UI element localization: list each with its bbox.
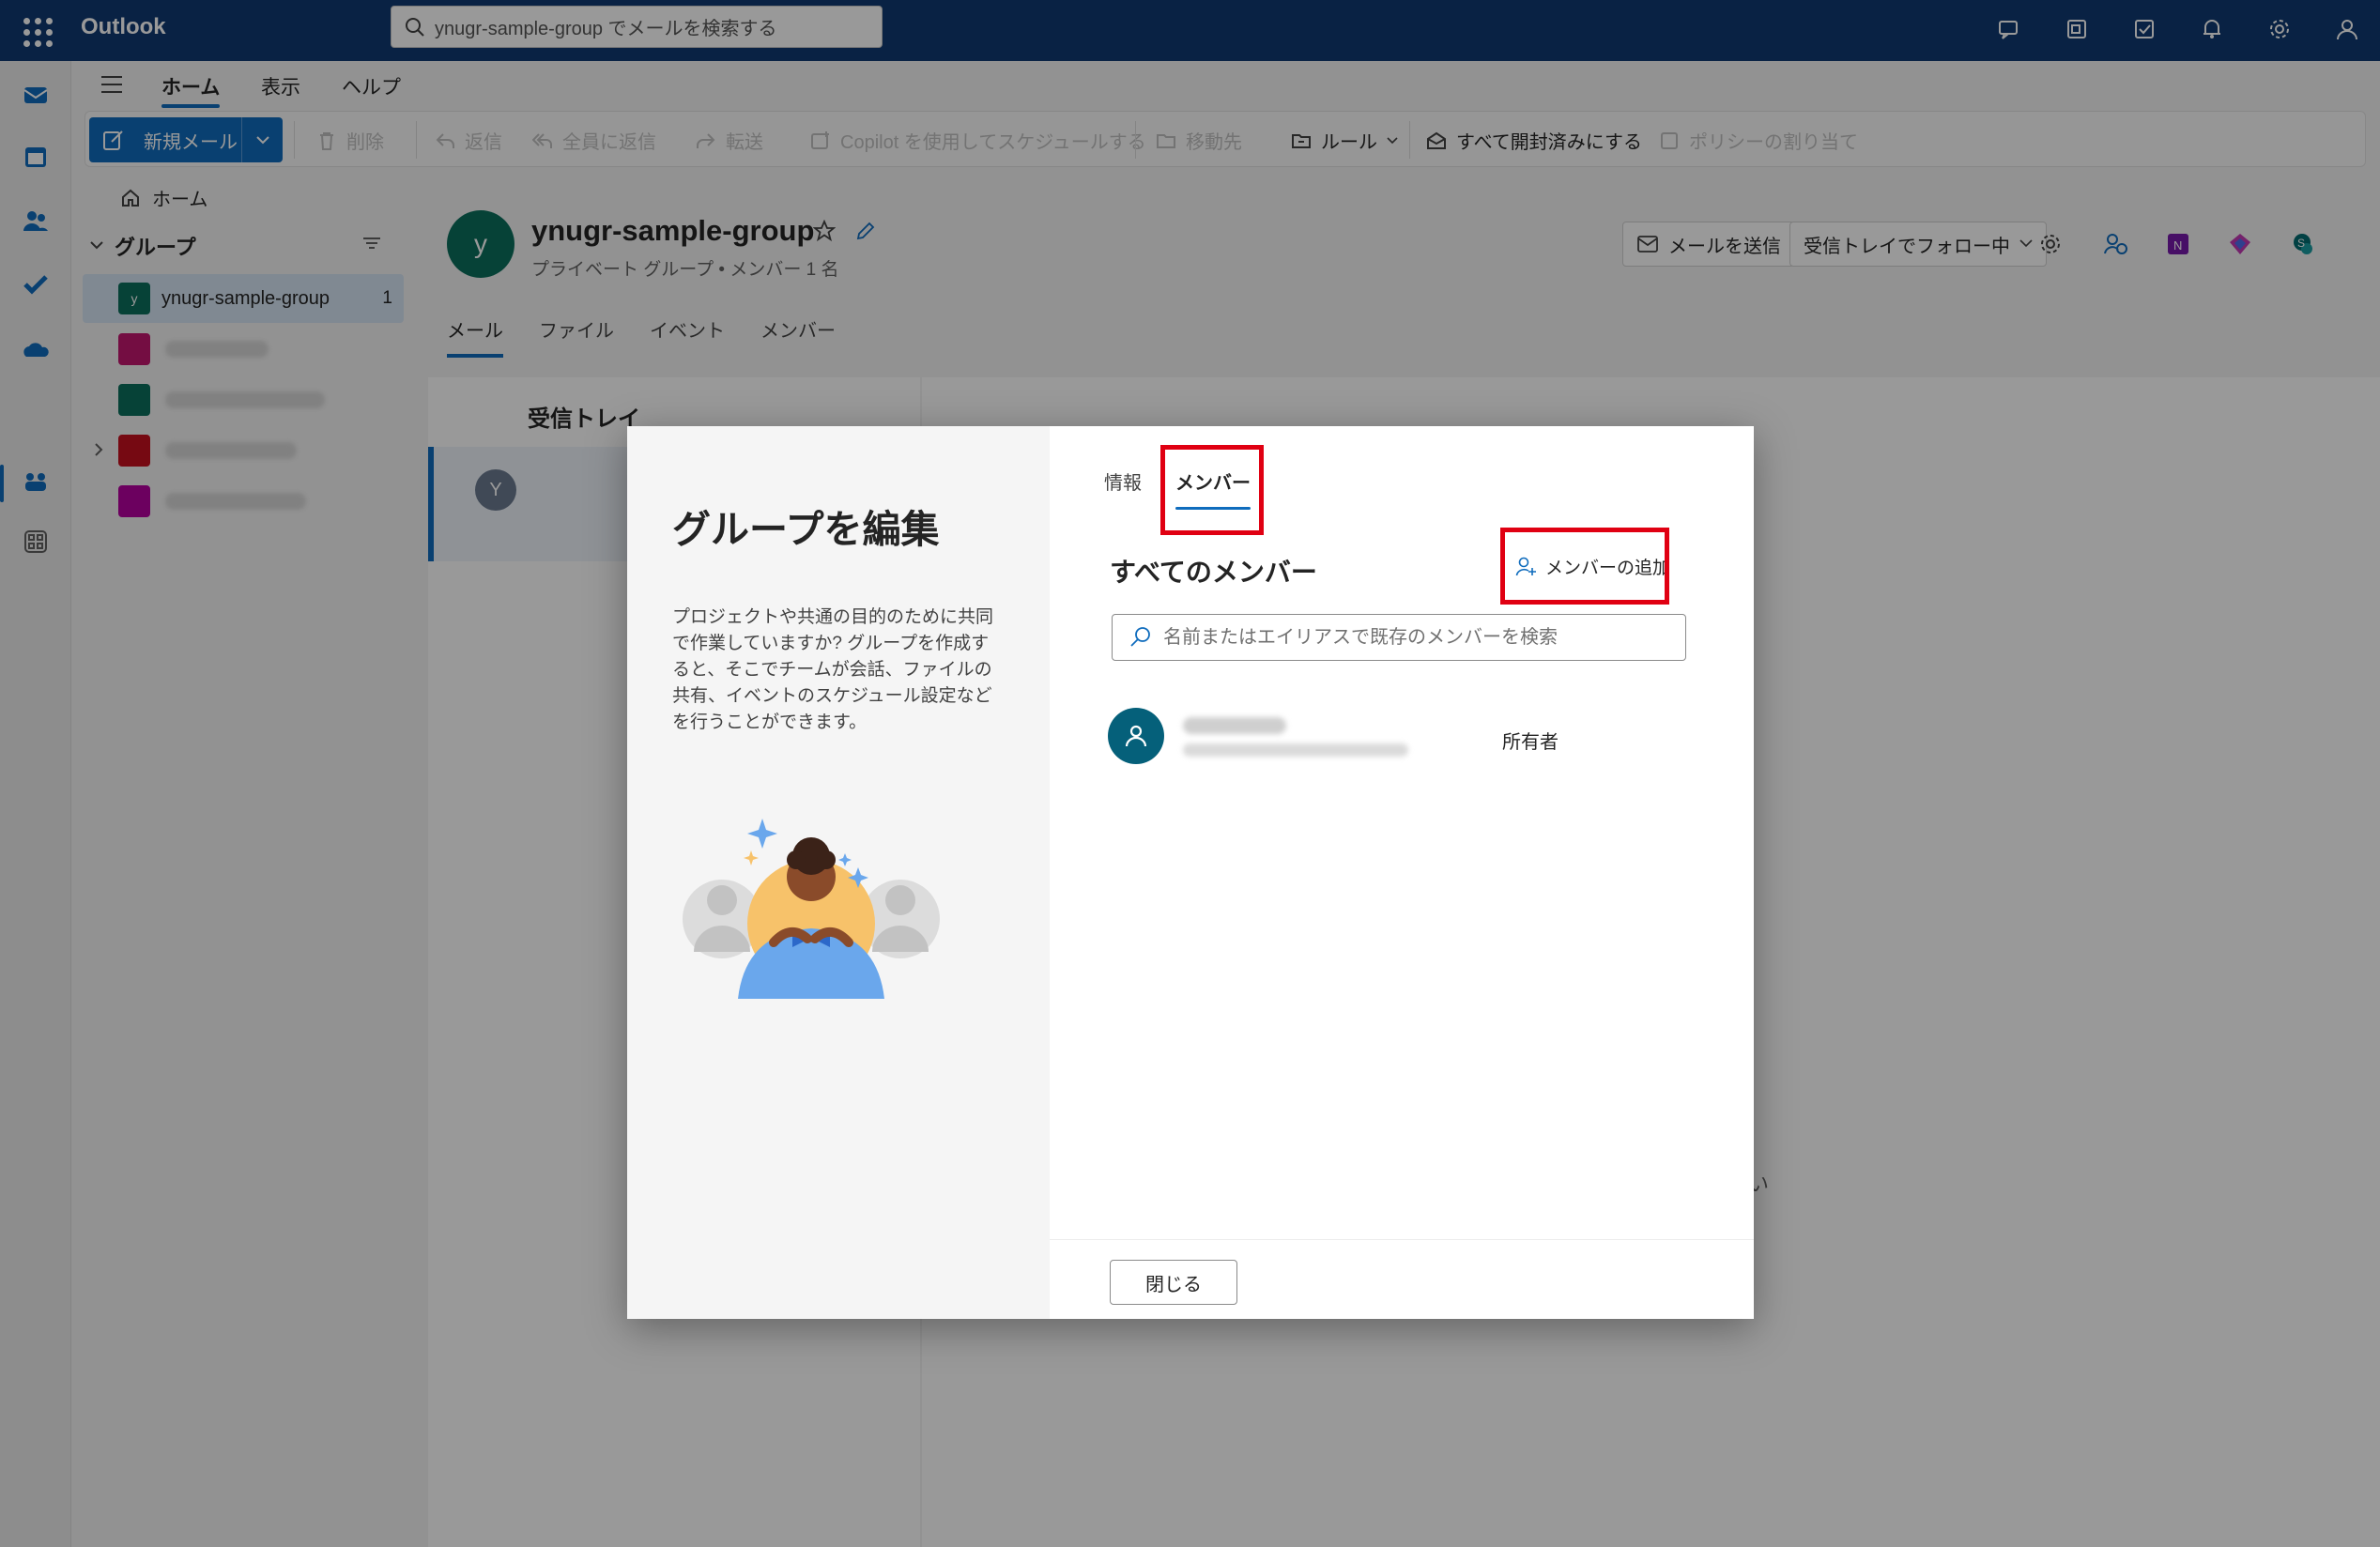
member-email-redacted (1183, 743, 1408, 757)
group-illustration (680, 811, 952, 1018)
member-search-box (1112, 614, 1686, 661)
all-members-heading: すべてのメンバー (1110, 558, 1317, 587)
highlight-add-member (1500, 528, 1669, 605)
member-name-redacted (1183, 717, 1286, 734)
dialog-description: プロジェクトや共通の目的のために共同で作業していますか? グループを作成すると、… (672, 607, 994, 732)
member-role: 所有者 (1502, 732, 1559, 753)
dialog-side-panel: グループを編集 プロジェクトや共通の目的のために共同で作業していますか? グルー… (627, 426, 1050, 1319)
highlight-members-tab (1160, 445, 1264, 535)
search-icon (1129, 626, 1152, 649)
member-avatar (1108, 708, 1164, 764)
dialog-title: グループを編集 (672, 508, 940, 551)
dialog-tab-info[interactable]: 情報 (1104, 467, 1142, 495)
person-icon (1125, 725, 1147, 747)
dialog-footer-divider (1050, 1239, 1754, 1240)
member-row[interactable]: 所有者 (1108, 706, 1690, 768)
member-search-input[interactable] (1163, 626, 1670, 649)
close-button[interactable]: 閉じる (1110, 1260, 1237, 1305)
edit-group-dialog: グループを編集 プロジェクトや共通の目的のために共同で作業していますか? グルー… (627, 426, 1754, 1319)
